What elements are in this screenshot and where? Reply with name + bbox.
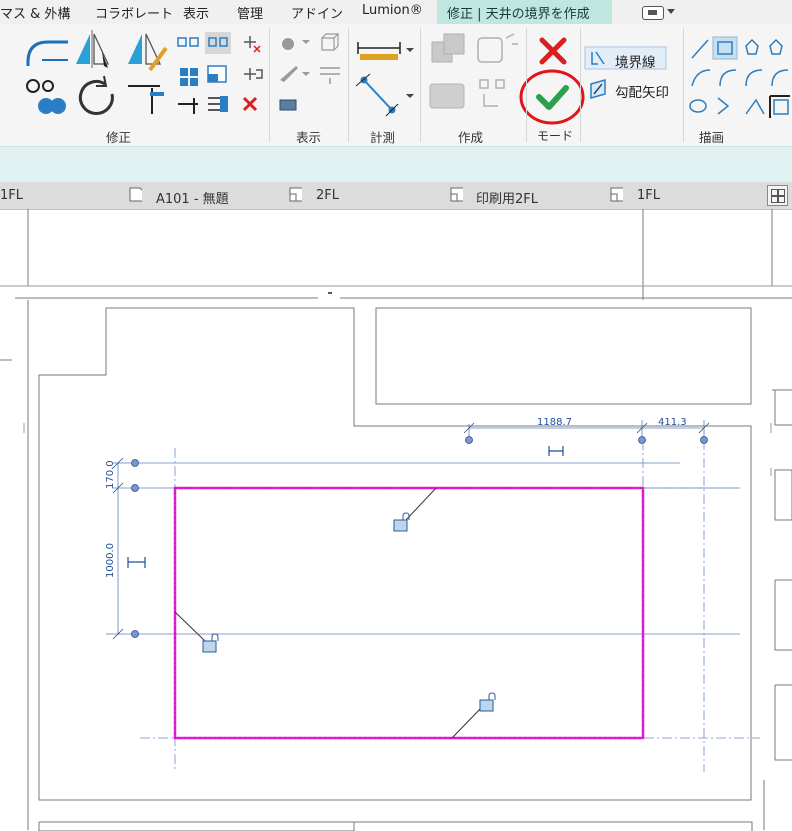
panel-separator bbox=[683, 28, 684, 142]
cube-icon bbox=[321, 33, 340, 51]
equality-constraint-icons[interactable] bbox=[127, 446, 564, 568]
panel-separator bbox=[348, 28, 349, 142]
split-element-icon bbox=[177, 37, 199, 47]
menu-addins[interactable]: アドイン bbox=[291, 3, 343, 22]
copy-icon bbox=[38, 80, 66, 114]
unpin-icon bbox=[244, 36, 261, 53]
view-tab-1fl-2[interactable]: 1FL bbox=[637, 188, 660, 203]
plan-view-icon bbox=[450, 187, 463, 202]
dimension-grips[interactable] bbox=[131, 436, 708, 638]
drawing-canvas[interactable]: 1188.7 411.3 170.0 1000.0 bbox=[0, 209, 792, 831]
pick-lines-icon bbox=[769, 95, 790, 118]
mirror-axis-icon bbox=[76, 30, 110, 68]
ribbon: 境界線 勾配矢印 修正 表示 計測 作成 モード 描画 bbox=[0, 24, 792, 146]
align-icon bbox=[26, 40, 68, 66]
lock-icon bbox=[393, 512, 410, 532]
create-parts-icon bbox=[477, 33, 518, 63]
pin-icon bbox=[244, 68, 263, 80]
panel-label-measure: 計測 bbox=[370, 130, 396, 145]
dimension-text-top-left[interactable]: 1188.7 bbox=[537, 417, 572, 428]
plan-view-icon bbox=[289, 187, 302, 202]
finish-edit-icon bbox=[536, 85, 569, 110]
polygon-icon bbox=[745, 38, 759, 55]
similar-icon bbox=[479, 79, 505, 107]
boundary-line-button[interactable]: 境界線 bbox=[615, 51, 656, 71]
panel-separator bbox=[580, 28, 581, 142]
panel-separator bbox=[269, 28, 270, 142]
panel-label-draw: 描画 bbox=[699, 130, 725, 145]
lock-leaders bbox=[174, 487, 483, 739]
create-assembly-icon bbox=[431, 33, 465, 63]
view-bar-icon bbox=[279, 99, 297, 111]
ellipse-icons bbox=[689, 97, 765, 115]
inscribed-polygon-icon bbox=[769, 38, 783, 55]
sheet-icon bbox=[129, 187, 142, 202]
delete-icon bbox=[242, 96, 258, 112]
menu-collaborate[interactable]: コラボレート bbox=[95, 3, 173, 22]
view-tab-a101[interactable]: A101 - 無題 bbox=[156, 188, 229, 207]
menu-manage[interactable]: 管理 bbox=[237, 3, 263, 22]
slope-arrow-icon bbox=[590, 79, 606, 99]
measure-between-icon bbox=[357, 42, 401, 60]
trim-single-icon bbox=[178, 98, 198, 114]
offset-icon bbox=[180, 68, 198, 86]
panel-label-view: 表示 bbox=[296, 130, 322, 145]
move-icon bbox=[26, 79, 40, 93]
tab-modify-ceiling-boundary[interactable]: 修正 | 天井の境界を作成 bbox=[437, 0, 612, 24]
view-tab-print-2fl[interactable]: 印刷用2FL bbox=[476, 188, 538, 207]
rectangle-tool-selected bbox=[712, 36, 738, 60]
lock-icon bbox=[202, 633, 219, 653]
paint-brush-icon bbox=[280, 66, 310, 82]
cancel-edit-icon bbox=[539, 37, 567, 65]
view-tabs: 1FL A101 - 無題 2FL 印刷用2FL 1FL bbox=[0, 182, 792, 210]
lock-icons[interactable] bbox=[202, 512, 496, 712]
boundary-dash-overlay bbox=[174, 487, 644, 739]
dimension-text-left-main[interactable]: 1000.0 bbox=[105, 543, 116, 578]
options-bar bbox=[0, 146, 792, 183]
ceiling-boundary-sketch[interactable] bbox=[173, 486, 645, 740]
dimension-lines bbox=[106, 420, 740, 640]
panel-separator bbox=[526, 28, 527, 142]
view-switch-icon[interactable] bbox=[642, 6, 664, 20]
highlight-circle bbox=[519, 69, 585, 125]
menu-massing-site[interactable]: マス & 外構 bbox=[0, 3, 70, 22]
arc-icons bbox=[691, 69, 789, 87]
tab-modify-ceiling-boundary-label: 修正 | 天井の境界を作成 bbox=[447, 7, 590, 22]
view-tab-1fl[interactable]: 1FL bbox=[0, 188, 23, 203]
trim-extend-icon bbox=[128, 85, 164, 114]
chevron-down-icon[interactable] bbox=[667, 9, 675, 14]
menu-view[interactable]: 表示 bbox=[183, 3, 209, 22]
rotate-icon bbox=[78, 75, 114, 115]
slope-arrow-button[interactable]: 勾配矢印 bbox=[615, 81, 669, 101]
line-pattern-icon bbox=[320, 67, 340, 84]
dimension-text-left-top[interactable]: 170.0 bbox=[105, 460, 116, 489]
tile-views-icon[interactable] bbox=[767, 185, 788, 206]
hide-element-icon bbox=[282, 38, 310, 50]
plan-view-icon bbox=[610, 187, 623, 202]
view-tab-2fl[interactable]: 2FL bbox=[316, 188, 339, 203]
lock-icon bbox=[479, 692, 496, 712]
aligned-dimension-icon bbox=[355, 73, 399, 117]
panel-separator bbox=[420, 28, 421, 142]
panel-label-modify: 修正 bbox=[106, 130, 132, 145]
line-icon bbox=[691, 39, 709, 59]
array-icon bbox=[208, 96, 228, 112]
create-group-icon bbox=[429, 83, 465, 109]
chevron-down-icon bbox=[406, 48, 414, 52]
reference-lines bbox=[140, 440, 760, 772]
panel-label-mode: モード bbox=[537, 129, 574, 143]
wall-tick-marks bbox=[23, 423, 772, 476]
scale-icon bbox=[207, 65, 227, 83]
chevron-down-icon bbox=[406, 94, 414, 98]
mirror-draw-axis-icon bbox=[128, 33, 168, 72]
dimension-text-top-right[interactable]: 411.3 bbox=[658, 417, 687, 428]
panel-label-create: 作成 bbox=[458, 130, 484, 145]
menu-bar: マス & 外構 コラボレート 表示 管理 アドイン Lumion® 修正 | 天… bbox=[0, 0, 792, 25]
menu-lumion[interactable]: Lumion® bbox=[362, 3, 423, 18]
